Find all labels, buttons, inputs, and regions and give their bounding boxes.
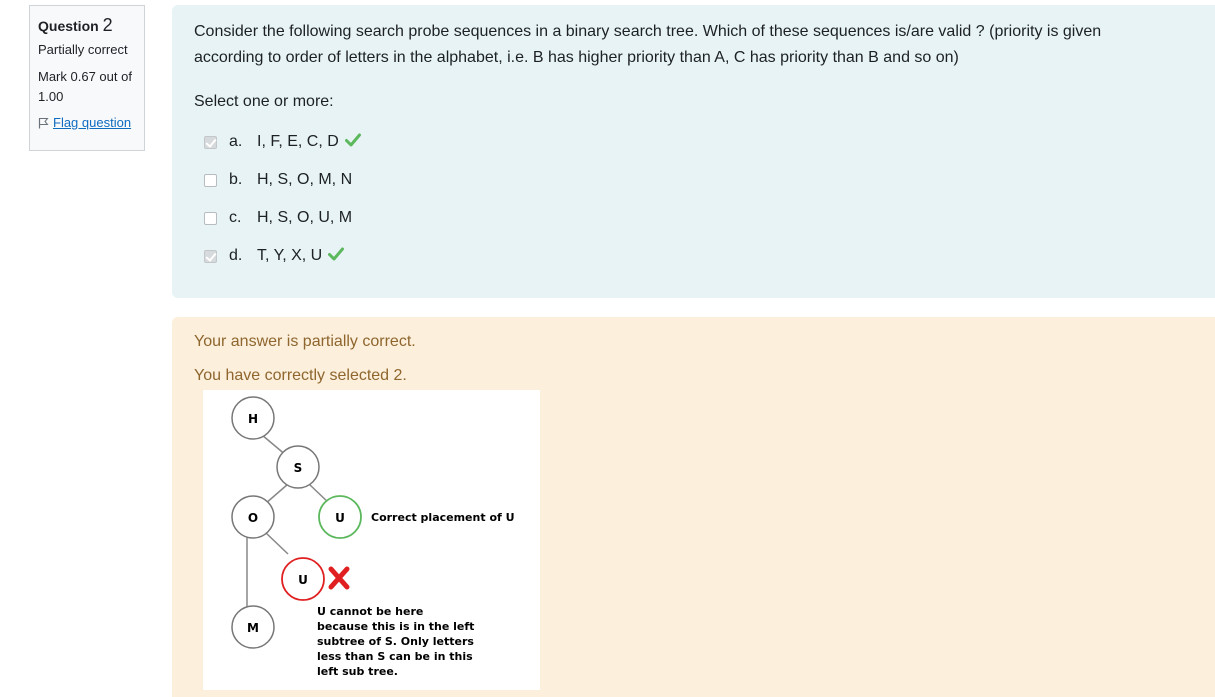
checkbox-d[interactable]	[204, 249, 217, 263]
svg-text:S: S	[294, 461, 303, 475]
node-s: S	[276, 445, 320, 489]
question-formulation: Consider the following search probe sequ…	[172, 5, 1215, 298]
checkbox-c[interactable]	[204, 211, 217, 225]
check-mark-icon	[328, 247, 345, 266]
checkbox-b[interactable]	[204, 173, 217, 187]
feedback-diagram: H S O U Correct placement of U U M U can…	[203, 390, 540, 690]
svg-text:subtree of S. Only letters: subtree of S. Only letters	[317, 635, 474, 648]
svg-text:O: O	[248, 511, 258, 525]
option-text: H, S, O, U, M	[257, 209, 353, 226]
svg-text:less than S can be in this: less than S can be in this	[317, 650, 473, 663]
flag-icon[interactable]	[38, 117, 49, 129]
feedback-status: Your answer is partially correct.	[194, 333, 416, 350]
svg-text:U: U	[298, 573, 308, 587]
check-mark-icon	[344, 133, 361, 152]
option-letter: b.	[229, 171, 243, 188]
option-letter: d.	[229, 247, 243, 264]
node-o: O	[231, 495, 275, 539]
question-number: Question 2	[38, 15, 113, 35]
question-info: Question 2 Partially correct Mark 0.67 o…	[29, 5, 145, 151]
answer-prompt: Select one or more:	[194, 93, 334, 110]
wrong-x-icon	[328, 566, 350, 590]
answer-list: a. I, F, E, C, D b. H, S, O, M, N c. H, …	[194, 123, 1193, 275]
svg-text:H: H	[248, 412, 258, 426]
option-letter: c.	[229, 209, 242, 226]
node-h: H	[231, 396, 275, 440]
flag-question-link[interactable]: Flag question	[53, 115, 131, 131]
answer-option-a[interactable]: a. I, F, E, C, D	[194, 123, 1193, 161]
question-grade: Mark 0.67 out of 1.00	[38, 69, 132, 104]
svg-text:U: U	[335, 511, 345, 525]
question-state: Partially correct	[38, 42, 128, 57]
edge-o-u-wrong	[265, 532, 289, 555]
svg-text:U cannot be here: U cannot be here	[317, 605, 423, 618]
node-u-wrong: U	[281, 557, 325, 601]
option-letter: a.	[229, 133, 243, 150]
node-m: M	[231, 605, 275, 649]
option-text: T, Y, X, U	[257, 247, 323, 264]
svg-text:M: M	[247, 621, 259, 635]
answer-option-d[interactable]: d. T, Y, X, U	[194, 237, 1193, 275]
edge-s-o	[264, 483, 289, 505]
answer-option-b[interactable]: b. H, S, O, M, N	[194, 161, 1193, 199]
feedback-panel: Your answer is partially correct. You ha…	[172, 317, 1215, 697]
wrong-placement-note: U cannot be here because this is in the …	[317, 605, 474, 678]
svg-text:left sub tree.: left sub tree.	[317, 665, 398, 678]
option-text: I, F, E, C, D	[257, 133, 339, 150]
flag-question[interactable]: Flag question	[38, 115, 136, 131]
bst-diagram: H S O U Correct placement of U U M U can…	[231, 396, 515, 678]
answer-option-c[interactable]: c. H, S, O, U, M	[194, 199, 1193, 237]
feedback-count: You have correctly selected 2.	[194, 367, 407, 384]
option-text: H, S, O, M, N	[257, 171, 353, 188]
question-text: Consider the following search probe sequ…	[194, 23, 1102, 66]
node-u-correct: U	[318, 495, 362, 539]
correct-placement-label: Correct placement of U	[371, 511, 515, 524]
checkbox-a[interactable]	[204, 135, 217, 149]
svg-text:because this is in the left: because this is in the left	[317, 620, 474, 633]
